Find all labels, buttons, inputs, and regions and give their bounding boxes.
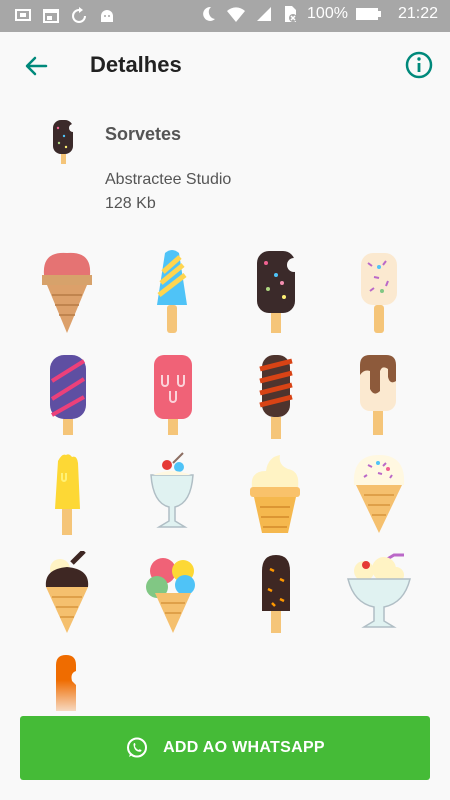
add-to-whatsapp-button[interactable]: ADD AO WHATSAPP <box>20 716 430 780</box>
whatsapp-icon <box>127 737 148 758</box>
sticker-chocolate-sprinkle-popsicle-icon[interactable] <box>230 245 320 341</box>
sticker-chocolate-cone-icon[interactable] <box>22 551 112 647</box>
back-arrow-icon[interactable] <box>20 50 52 82</box>
pack-size: 128 Kb <box>105 195 156 212</box>
android-icon <box>101 10 113 22</box>
browser-icon <box>43 9 59 23</box>
sticker-vanilla-sprinkle-cone-icon[interactable] <box>334 451 424 547</box>
sticker-chocolate-twist-popsicle-icon[interactable] <box>230 351 320 447</box>
pack-tray-icon <box>53 120 77 164</box>
add-button-label: ADD AO WHATSAPP <box>163 739 325 756</box>
sync-icon <box>72 7 86 23</box>
sticker-vanilla-sprinkle-popsicle-icon[interactable] <box>334 245 424 341</box>
screen-cast-icon <box>15 9 31 21</box>
sticker-sundae-bowl-icon[interactable] <box>334 551 424 647</box>
sim-card-icon <box>285 6 298 22</box>
sticker-pink-popsicle-icon[interactable] <box>127 351 217 447</box>
sticker-chocolate-nut-popsicle-icon[interactable] <box>230 551 320 647</box>
sticker-purple-striped-popsicle-icon[interactable] <box>22 351 112 447</box>
app-bar: Detalhes <box>0 32 450 100</box>
sticker-yellow-popsicle-icon[interactable] <box>22 451 112 547</box>
clock: 21:22 <box>397 5 438 22</box>
pack-name: Sorvetes <box>105 124 182 144</box>
sticker-three-scoop-cone-icon[interactable] <box>127 551 217 647</box>
status-bar: 100% 21:22 <box>0 0 450 32</box>
signal-icon <box>257 7 272 21</box>
sticker-sundae-glass-icon[interactable] <box>127 451 217 547</box>
sticker-striped-popsicle-icon[interactable] <box>127 245 217 341</box>
pack-publisher: Abstractee Studio <box>105 171 232 188</box>
list-fade <box>0 680 450 720</box>
battery-icon <box>355 8 381 20</box>
info-icon[interactable] <box>404 50 434 80</box>
moon-icon <box>203 6 216 21</box>
battery-percent: 100% <box>307 5 348 22</box>
page-title: Detalhes <box>90 52 182 77</box>
sticker-chocolate-dip-popsicle-icon[interactable] <box>334 351 424 447</box>
wifi-icon <box>227 7 246 23</box>
sticker-strawberry-cone-icon[interactable] <box>22 245 112 341</box>
sticker-soft-serve-cup-icon[interactable] <box>230 451 320 547</box>
